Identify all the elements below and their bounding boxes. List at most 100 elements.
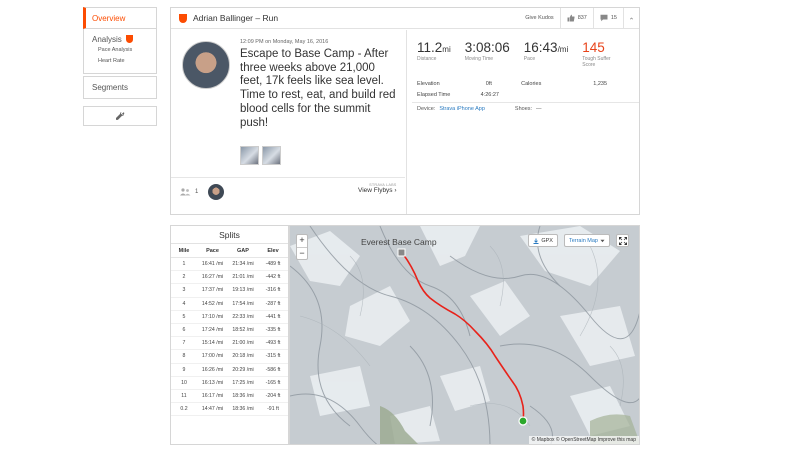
end-marker[interactable] xyxy=(518,416,528,426)
device-info: Device: Strava iPhone App Shoes: — xyxy=(417,106,542,112)
table-row[interactable]: 5 17:10 /mi 22:33 /mi -441 ft xyxy=(171,311,288,324)
split-pace: 14:52 /mi xyxy=(201,300,224,307)
stat-distance: 11.2mi Distance xyxy=(417,40,451,68)
split-mile: 7 xyxy=(182,340,186,347)
split-mile: 3 xyxy=(182,287,186,294)
header-actions: Give Kudos 837 15 xyxy=(519,8,639,28)
zoom-out-button[interactable]: − xyxy=(297,247,307,259)
stat-pace: 16:43/mi Pace xyxy=(524,40,568,68)
split-mile: 1 xyxy=(182,261,186,268)
split-elev: -489 ft xyxy=(265,261,281,268)
split-pace: 16:27 /mi xyxy=(201,274,224,281)
split-elev: -91 ft xyxy=(267,406,279,413)
split-mile: 0.2 xyxy=(180,406,188,413)
nav-segments[interactable]: Segments xyxy=(83,76,157,99)
split-elev: -493 ft xyxy=(265,340,281,347)
pace-label: Pace xyxy=(523,56,536,62)
photo-thumbnail[interactable] xyxy=(240,146,259,165)
zoom-in-button[interactable]: + xyxy=(297,235,307,247)
table-row[interactable]: 10 16:13 /mi 17:25 /mi -165 ft xyxy=(171,377,288,390)
table-row[interactable]: 6 17:24 /mi 18:52 /mi -335 ft xyxy=(171,324,288,338)
split-elev: -204 ft xyxy=(265,392,281,399)
comments-button[interactable]: 15 xyxy=(592,8,623,28)
comment-icon xyxy=(600,14,608,22)
actions-button[interactable] xyxy=(83,106,157,126)
table-row[interactable]: 2 16:27 /mi 21:01 /mi -442 ft xyxy=(171,271,288,285)
table-row[interactable]: 0.2 14:47 /mi 18:36 /mi -91 ft xyxy=(171,403,288,417)
photo-thumbnails xyxy=(240,146,281,165)
table-row[interactable]: 3 17:37 /mi 19:13 /mi -316 ft xyxy=(171,284,288,298)
elevation-label: Elevation xyxy=(417,80,440,87)
group-athlete-avatar[interactable] xyxy=(208,184,225,200)
nav-pace-analysis[interactable]: Pace Analysis xyxy=(92,45,148,56)
activity-body: 12:09 PM on Monday, May 16, 2016 Escape … xyxy=(171,30,639,214)
split-elev: -315 ft xyxy=(265,353,281,360)
split-gap: 19:13 /mi xyxy=(232,287,254,294)
split-gap: 22:33 /mi xyxy=(232,313,254,320)
splits-panel: Splits Mile Pace GAP Elev 1 16:41 /mi 21:3… xyxy=(170,225,289,445)
table-row[interactable]: 7 15:14 /mi 21:00 /mi -493 ft xyxy=(171,337,288,351)
start-marker[interactable] xyxy=(397,248,406,257)
split-pace: 17:37 /mi xyxy=(201,287,224,294)
kudos-count-button[interactable]: 837 xyxy=(559,8,593,28)
split-mile: 11 xyxy=(181,392,187,399)
splits-title: Splits xyxy=(171,226,288,244)
calories-value: 1,235 xyxy=(593,80,607,87)
gpx-label: GPX xyxy=(541,237,553,244)
stat-suffer-score[interactable]: 145 Tough Suffer Score xyxy=(582,40,622,68)
suffer-score-value: 145 xyxy=(582,40,605,55)
give-kudos-label: Give Kudos xyxy=(525,15,554,21)
view-flybys-label: View Flybys xyxy=(358,187,393,194)
activity-summary-card: Adrian Ballinger – Run Give Kudos 837 15 xyxy=(170,7,640,215)
athlete-avatar[interactable] xyxy=(182,41,230,89)
fullscreen-button[interactable] xyxy=(616,234,629,247)
table-row[interactable]: 1 16:41 /mi 21:34 /mi -489 ft xyxy=(171,258,288,272)
map-attribution[interactable]: © Mapbox © OpenStreetMap Improve this ma… xyxy=(528,436,639,444)
photo-thumbnail[interactable] xyxy=(262,146,281,165)
give-kudos-button[interactable]: Give Kudos xyxy=(519,8,559,28)
split-gap: 21:34 /mi xyxy=(232,261,254,268)
collapse-button[interactable] xyxy=(623,8,639,28)
stat-moving-time: 3:08:06 Moving Time xyxy=(465,40,510,68)
view-flybys-link[interactable]: View Flybys › xyxy=(358,187,397,194)
device-link[interactable]: Strava iPhone App xyxy=(439,106,485,112)
distance-label: Distance xyxy=(417,56,437,62)
activity-nav: Overview Analysis Pace Analysis Heart Ra… xyxy=(83,7,157,126)
nav-overview[interactable]: Overview xyxy=(83,7,157,29)
route-map[interactable]: + − Everest Base Camp GPX Terrain Map © … xyxy=(289,225,640,445)
split-mile: 4 xyxy=(182,300,186,307)
map-controls: GPX Terrain Map xyxy=(528,234,629,247)
split-gap: 20:29 /mi xyxy=(232,366,254,373)
split-pace: 17:24 /mi xyxy=(201,327,224,334)
split-mile: 5 xyxy=(182,313,186,320)
gpx-button[interactable]: GPX xyxy=(528,234,558,247)
split-gap: 17:54 /mi xyxy=(232,300,254,307)
chevron-up-icon xyxy=(630,16,633,19)
table-row[interactable]: 11 16:17 /mi 18:36 /mi -204 ft xyxy=(171,390,288,404)
column-header-elev: Elev xyxy=(267,247,279,254)
table-row[interactable]: 8 17:00 /mi 20:18 /mi -315 ft xyxy=(171,350,288,364)
table-row[interactable]: 9 16:26 /mi 20:29 /mi -586 ft xyxy=(171,364,288,377)
wrench-icon xyxy=(116,112,125,120)
elevation-value: 0ft xyxy=(485,80,492,87)
nav-heart-rate[interactable]: Heart Rate xyxy=(92,56,148,67)
expand-icon xyxy=(618,236,627,245)
activity-description: Escape to Base Camp - After three weeks … xyxy=(240,48,396,129)
primary-stats: 11.2mi Distance 3:08:06 Moving Time 16:4… xyxy=(417,40,622,68)
activity-datetime: 12:09 PM on Monday, May 16, 2016 xyxy=(240,39,329,45)
flyby-block: STRAVA LABS View Flybys › xyxy=(358,183,397,194)
splits-header-row: Mile Pace GAP Elev xyxy=(171,244,288,258)
split-mile: 9 xyxy=(182,366,186,373)
split-pace: 17:10 /mi xyxy=(201,313,224,320)
nav-analysis-group: Analysis Pace Analysis Heart Rate xyxy=(83,29,157,74)
nav-analysis[interactable]: Analysis xyxy=(92,33,148,45)
map-type-label: Terrain Map xyxy=(568,237,598,244)
table-row[interactable]: 4 14:52 /mi 17:54 /mi -287 ft xyxy=(171,298,288,311)
map-type-dropdown[interactable]: Terrain Map xyxy=(563,234,610,247)
split-gap: 18:36 /mi xyxy=(232,406,254,413)
group-athletes: 1 xyxy=(180,184,225,200)
group-icon[interactable] xyxy=(180,188,191,196)
split-gap: 21:00 /mi xyxy=(232,340,254,347)
calories-label: Calories xyxy=(521,80,542,87)
split-elev: -335 ft xyxy=(265,327,281,334)
